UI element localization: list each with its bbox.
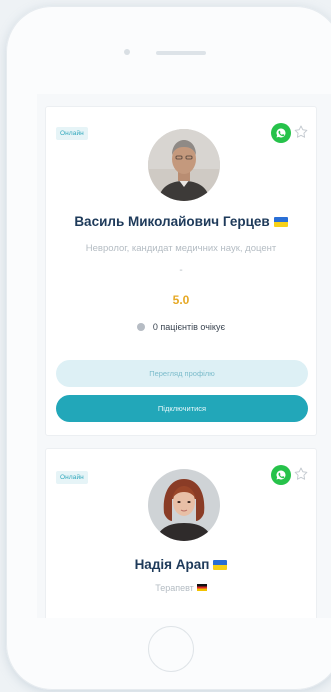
view-profile-button[interactable]: Перегляд профілю [56,360,308,387]
queue-status: 0 пацієнтів очікує [46,322,316,332]
phone-speaker [156,51,206,55]
doctor-specialty: Терапевт [46,583,316,593]
doctor-specialty: Невролог, кандидат медичних наук, доцент [85,243,277,254]
doctor-avatar [148,129,220,201]
whatsapp-icon[interactable] [271,465,291,485]
doctor-card: Онлайн [45,106,317,436]
ukraine-flag-icon [213,560,228,570]
home-button[interactable] [148,626,194,672]
star-outline-icon[interactable] [293,466,309,482]
status-dot-icon [136,323,145,331]
online-badge: Онлайн [56,127,88,140]
app-screen: Онлайн Василь Миколайович Герцев Невроло… [37,94,331,618]
star-outline-icon[interactable] [293,124,309,140]
online-badge: Онлайн [56,471,88,484]
phone-camera [124,49,130,55]
placeholder-dash: - [179,265,183,276]
rating-value: 5.0 [172,293,190,307]
connect-button[interactable]: Підключитися [56,395,308,422]
doctor-name: Надія Арап [46,557,316,572]
ukraine-flag-icon [273,217,288,227]
doctor-name: Василь Миколайович Герцев [46,214,316,229]
doctor-card: Онлайн [45,448,317,618]
whatsapp-icon[interactable] [271,123,291,143]
germany-flag-icon [196,584,207,591]
doctor-avatar [148,469,220,541]
phone-frame: Онлайн Василь Миколайович Герцев Невроло… [6,6,331,690]
